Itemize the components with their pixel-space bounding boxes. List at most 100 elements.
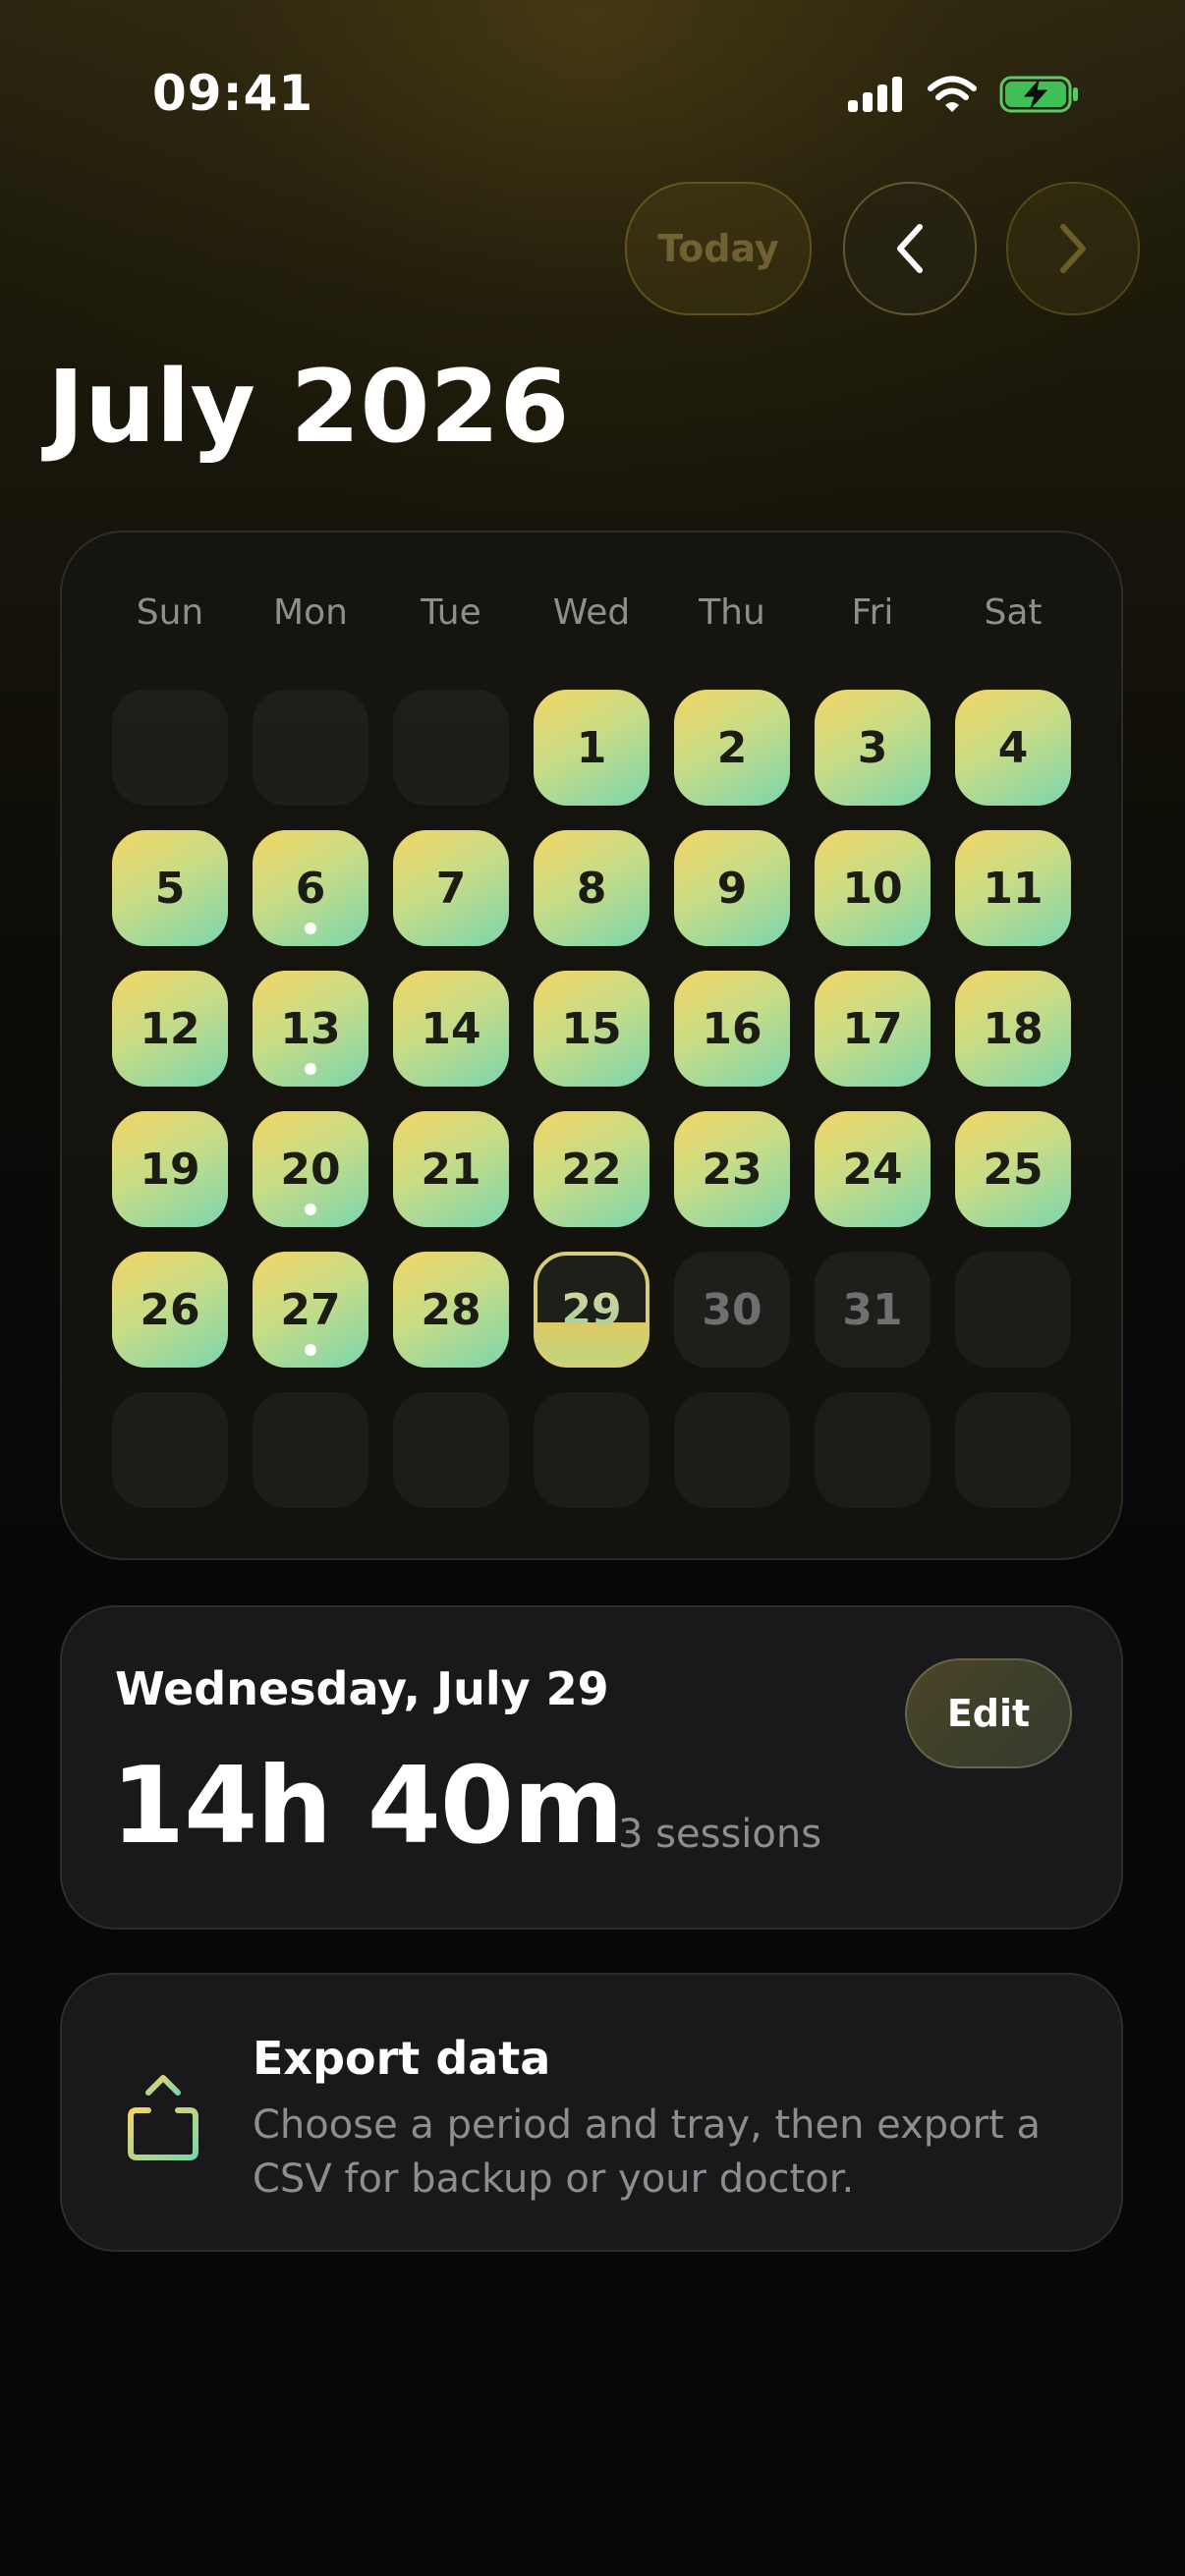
weekday-fri: Fri xyxy=(851,592,894,633)
cellular-signal-icon xyxy=(848,77,902,112)
day-number: 2 xyxy=(716,722,748,773)
day-cell-23[interactable]: 23 xyxy=(674,1111,790,1227)
session-dot-indicator xyxy=(305,923,316,934)
day-cell-13[interactable]: 13 xyxy=(253,971,368,1087)
day-cell-7[interactable]: 7 xyxy=(393,830,509,946)
day-number: 8 xyxy=(576,863,607,914)
day-number: 28 xyxy=(421,1284,481,1335)
day-cell-blank xyxy=(393,1392,509,1508)
day-number: 18 xyxy=(983,1003,1044,1054)
day-cell-27[interactable]: 27 xyxy=(253,1252,368,1368)
day-cell-blank xyxy=(674,1392,790,1508)
day-number: 19 xyxy=(140,1144,200,1195)
previous-month-button[interactable] xyxy=(843,182,977,315)
day-cell-20[interactable]: 20 xyxy=(253,1111,368,1227)
day-cell-blank xyxy=(393,690,509,806)
chevron-left-icon xyxy=(897,224,923,273)
day-cell-26[interactable]: 26 xyxy=(112,1252,228,1368)
battery-charging-icon xyxy=(999,76,1078,113)
day-cell-15[interactable]: 15 xyxy=(534,971,649,1087)
day-number: 27 xyxy=(280,1284,341,1335)
day-number: 3 xyxy=(857,722,888,773)
export-title: Export data xyxy=(253,2032,551,2085)
day-cell-1[interactable]: 1 xyxy=(534,690,649,806)
day-cell-18[interactable]: 18 xyxy=(955,971,1071,1087)
export-data-card[interactable]: Export data Choose a period and tray, th… xyxy=(60,1973,1123,2252)
weekday-sat: Sat xyxy=(984,592,1043,633)
day-cell-14[interactable]: 14 xyxy=(393,971,509,1087)
day-cell-19[interactable]: 19 xyxy=(112,1111,228,1227)
day-number: 9 xyxy=(716,863,748,914)
wifi-icon xyxy=(928,76,977,112)
day-cell-5[interactable]: 5 xyxy=(112,830,228,946)
day-number: 25 xyxy=(983,1144,1044,1195)
total-duration: 14h 40m xyxy=(111,1745,624,1868)
day-number: 21 xyxy=(421,1144,481,1195)
day-cell-22[interactable]: 22 xyxy=(534,1111,649,1227)
share-export-icon xyxy=(128,2075,198,2160)
day-cell-8[interactable]: 8 xyxy=(534,830,649,946)
day-number: 16 xyxy=(702,1003,762,1054)
day-cell-blank xyxy=(534,1392,649,1508)
day-number: 1 xyxy=(576,722,607,773)
day-number: 20 xyxy=(280,1144,341,1195)
today-button[interactable]: Today xyxy=(625,182,812,315)
weekday-thu: Thu xyxy=(699,592,765,633)
day-cell-blank xyxy=(955,1252,1071,1368)
day-cell-9[interactable]: 9 xyxy=(674,830,790,946)
day-cell-blank xyxy=(112,1392,228,1508)
day-cell-24[interactable]: 24 xyxy=(815,1111,931,1227)
status-icons xyxy=(848,75,1080,114)
day-number: 11 xyxy=(983,863,1044,914)
day-cell-3[interactable]: 3 xyxy=(815,690,931,806)
day-cell-blank xyxy=(815,1392,931,1508)
selected-date: Wednesday, July 29 xyxy=(115,1662,609,1715)
session-dot-indicator xyxy=(305,1344,316,1356)
session-count: 3 sessions xyxy=(618,1812,822,1857)
day-cell-blank xyxy=(253,690,368,806)
day-cell-16[interactable]: 16 xyxy=(674,971,790,1087)
status-time: 09:41 xyxy=(152,65,314,122)
weekday-tue: Tue xyxy=(421,592,481,633)
day-number: 12 xyxy=(140,1003,200,1054)
day-cell-17[interactable]: 17 xyxy=(815,971,931,1087)
day-number: 24 xyxy=(842,1144,903,1195)
day-cell-11[interactable]: 11 xyxy=(955,830,1071,946)
chevron-right-icon xyxy=(1060,224,1086,273)
day-number: 15 xyxy=(561,1003,622,1054)
day-number: 13 xyxy=(280,1003,341,1054)
day-cell-21[interactable]: 21 xyxy=(393,1111,509,1227)
month-title: July 2026 xyxy=(47,349,570,466)
day-cell-10[interactable]: 10 xyxy=(815,830,931,946)
day-cell-blank xyxy=(253,1392,368,1508)
export-description: Choose a period and tray, then export a … xyxy=(253,2102,1041,2202)
weekday-wed: Wed xyxy=(552,592,631,633)
day-number: 23 xyxy=(702,1144,762,1195)
weekday-sun: Sun xyxy=(136,592,204,633)
day-number: 14 xyxy=(421,1003,481,1054)
day-number: 26 xyxy=(140,1284,200,1335)
day-cell-28[interactable]: 28 xyxy=(393,1252,509,1368)
session-dot-indicator xyxy=(305,1204,316,1215)
day-number: 31 xyxy=(842,1284,903,1335)
day-cell-blank xyxy=(112,690,228,806)
session-dot-indicator xyxy=(305,1063,316,1075)
next-month-button[interactable] xyxy=(1006,182,1140,315)
day-cell-2[interactable]: 2 xyxy=(674,690,790,806)
day-cell-30[interactable]: 30 xyxy=(674,1252,790,1368)
day-number: 10 xyxy=(842,863,903,914)
day-cell-12[interactable]: 12 xyxy=(112,971,228,1087)
day-number: 29 xyxy=(561,1284,622,1335)
day-cell-29[interactable]: 29 xyxy=(534,1252,649,1368)
day-cell-25[interactable]: 25 xyxy=(955,1111,1071,1227)
day-number: 6 xyxy=(295,863,326,914)
day-cell-4[interactable]: 4 xyxy=(955,690,1071,806)
day-number: 5 xyxy=(154,863,186,914)
day-cell-blank xyxy=(955,1392,1071,1508)
edit-button[interactable]: Edit xyxy=(905,1658,1072,1768)
day-number: 22 xyxy=(561,1144,622,1195)
day-number: 7 xyxy=(435,863,467,914)
day-cell-31[interactable]: 31 xyxy=(815,1252,931,1368)
day-summary-card: Wednesday, July 29 14h 40m 3 sessions Ed… xyxy=(60,1605,1123,1930)
day-cell-6[interactable]: 6 xyxy=(253,830,368,946)
